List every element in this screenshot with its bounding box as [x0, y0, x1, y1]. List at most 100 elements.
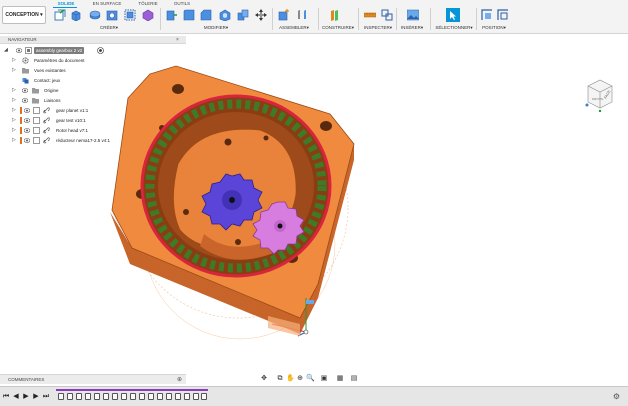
timeline-feature[interactable] [85, 393, 91, 400]
fillet-icon[interactable] [183, 9, 195, 21]
tree-item-reducteur[interactable]: ▷ réducteur nema17-2.5 v4:1 [0, 136, 186, 145]
add-comment-icon[interactable]: ⊕ [177, 375, 182, 385]
chevron-down-icon: ▾ [389, 25, 393, 30]
visibility-eye-icon[interactable] [24, 138, 30, 143]
capture-position-icon[interactable] [481, 9, 493, 21]
hole-icon[interactable] [106, 9, 118, 21]
timeline-feature[interactable] [157, 393, 163, 400]
comments-panel[interactable]: COMMENTAIRES ⊕ [0, 374, 186, 384]
zoom-window-icon[interactable]: ⊕ [296, 375, 304, 383]
timeline-feature[interactable] [76, 393, 82, 400]
expand-arrow-icon[interactable]: ◢ [4, 47, 10, 54]
group-inspecter[interactable]: INSPECTER▾ [362, 25, 394, 31]
move-icon[interactable] [255, 9, 267, 21]
visibility-eye-icon[interactable] [16, 48, 22, 53]
group-creer[interactable]: CRÉER▾ [94, 25, 124, 31]
close-icon[interactable]: × [176, 37, 182, 43]
display-settings-icon[interactable]: ▣ [320, 375, 328, 383]
tree-root[interactable]: ◢ assembly gearbox 2 v2 [0, 46, 186, 55]
tree-item-gear-test[interactable]: ▷ gear test v10:1 [0, 116, 186, 125]
timeline-feature[interactable] [139, 393, 145, 400]
timeline-feature[interactable] [201, 393, 207, 400]
pattern-icon[interactable] [124, 9, 136, 21]
visibility-eye-icon[interactable] [24, 108, 30, 113]
timeline-feature[interactable] [184, 393, 190, 400]
play-icon[interactable]: ▶ [22, 393, 30, 401]
group-inserer[interactable]: INSÉRER▾ [400, 25, 424, 31]
insert-image-icon[interactable] [407, 9, 419, 21]
new-component-icon[interactable] [278, 9, 290, 21]
select-icon[interactable] [446, 8, 460, 22]
extrude-icon[interactable] [70, 9, 82, 21]
timeline-feature[interactable] [121, 393, 127, 400]
tab-en-surface[interactable]: EN SURFACE [92, 0, 122, 8]
pan-hand-icon[interactable]: ✋ [286, 375, 295, 383]
visibility-eye-icon[interactable] [24, 128, 30, 133]
zoom-icon[interactable]: 🔍 [306, 375, 315, 383]
tree-item-gear-planet[interactable]: ▷ gear planet v1:1 [0, 106, 186, 115]
browser-header[interactable]: NAVIGATEUR × [0, 36, 186, 44]
tree-item-vues[interactable]: ▷ Vues existantes [0, 66, 186, 75]
group-selectionner[interactable]: SÉLECTIONNER▾ [434, 25, 474, 31]
timeline-feature[interactable] [112, 393, 118, 400]
measure-icon[interactable] [364, 9, 376, 21]
viewcube[interactable]: FACE DROITE [584, 78, 614, 112]
step-back-icon[interactable]: ◀ [12, 393, 20, 401]
tree-item-parametres[interactable]: ▷ Paramètres du document [0, 56, 186, 65]
shell-icon[interactable] [219, 9, 231, 21]
go-to-start-icon[interactable]: ⏮ [2, 393, 10, 401]
tree-item-contact[interactable]: Contact: jeux [0, 76, 186, 85]
visibility-eye-icon[interactable] [22, 88, 28, 93]
revert-position-icon[interactable] [497, 9, 509, 21]
grid-settings-icon[interactable]: ▦ [336, 375, 344, 383]
timeline-feature[interactable] [103, 393, 109, 400]
tab-tolerie[interactable]: TÔLERIE [137, 0, 159, 8]
combine-icon[interactable] [237, 9, 249, 21]
tree-item-rotor-head[interactable]: ▷ Rotor head v7:1 [0, 126, 186, 135]
timeline-feature[interactable] [166, 393, 172, 400]
look-at-icon[interactable]: ⧉ [276, 375, 284, 383]
create-form-icon[interactable] [142, 9, 154, 21]
timeline-settings-gear-icon[interactable]: ⚙ [613, 392, 620, 401]
chamfer-icon[interactable] [200, 9, 212, 21]
visibility-eye-icon[interactable] [24, 118, 30, 123]
offset-plane-icon[interactable] [329, 9, 341, 21]
timeline-feature[interactable] [94, 393, 100, 400]
expand-arrow-icon[interactable]: ▷ [12, 127, 18, 134]
assembly-icon [25, 47, 32, 54]
timeline-feature[interactable] [130, 393, 136, 400]
tree-item-liaisons[interactable]: ▷ Liaisons [0, 96, 186, 105]
group-modifier[interactable]: MODIFIER▾ [198, 25, 234, 31]
visibility-eye-icon[interactable] [22, 98, 28, 103]
press-pull-icon[interactable] [166, 9, 178, 21]
orbit-icon[interactable]: ✥ [260, 375, 268, 383]
expand-arrow-icon[interactable]: ▷ [12, 137, 18, 144]
expand-arrow-icon[interactable]: ▷ [12, 117, 18, 124]
timeline-feature[interactable] [175, 393, 181, 400]
interference-icon[interactable] [381, 9, 393, 21]
timeline-feature[interactable] [58, 393, 64, 400]
go-to-end-icon[interactable]: ⏭ [42, 393, 50, 401]
activate-radio-icon[interactable] [97, 47, 104, 54]
mounting-hole [320, 121, 332, 131]
viewports-icon[interactable]: ▤ [350, 375, 358, 383]
expand-arrow-icon[interactable]: ▷ [12, 107, 18, 114]
tree-item-origine[interactable]: ▷ Origine [0, 86, 186, 95]
group-construire[interactable]: CONSTRUIRE▾ [320, 25, 356, 31]
timeline-track[interactable] [56, 390, 208, 404]
timeline-feature[interactable] [193, 393, 199, 400]
tab-outils[interactable]: OUTILS [172, 0, 192, 8]
new-sketch-icon[interactable] [54, 9, 66, 21]
group-position[interactable]: POSITION▾ [478, 25, 510, 31]
expand-arrow-icon[interactable]: ▷ [12, 57, 18, 64]
expand-arrow-icon[interactable]: ▷ [12, 97, 18, 104]
joint-icon[interactable] [296, 9, 308, 21]
timeline-feature[interactable] [148, 393, 154, 400]
group-assembler[interactable]: ASSEMBLER▾ [276, 25, 312, 31]
expand-arrow-icon[interactable]: ▷ [12, 67, 18, 74]
workspace-selector[interactable]: CONCEPTION ▾ [2, 6, 46, 24]
step-forward-icon[interactable]: ▶ [32, 393, 40, 401]
expand-arrow-icon[interactable]: ▷ [12, 87, 18, 94]
revolve-icon[interactable] [89, 9, 101, 21]
timeline-feature[interactable] [67, 393, 73, 400]
